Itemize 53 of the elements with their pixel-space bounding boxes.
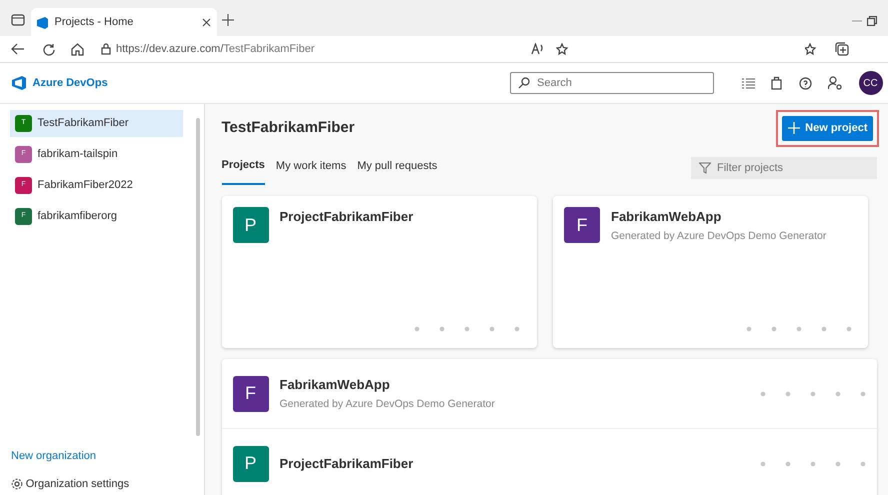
project-row[interactable]: P ProjectFabrikamFiber [222,429,877,495]
search-field[interactable]: Search [510,72,714,94]
tab-actions-icon[interactable] [11,14,25,26]
project-description: Generated by Azure DevOps Demo Generator [280,396,496,412]
project-card[interactable]: P ProjectFabrikamFiber [222,196,536,348]
gear-icon[interactable] [11,478,23,490]
favorites-icon[interactable] [804,42,818,56]
project-avatar: F [232,376,268,412]
url-text[interactable]: https://dev.azure.com/TestFabrikamFiber [116,40,314,58]
favorite-add-icon[interactable] [556,42,570,56]
shopping-bag-icon[interactable] [771,76,782,90]
loading-dots-icon [760,390,866,396]
plus-icon [788,122,800,134]
devops-logo-icon [11,75,27,91]
project-avatar: F [564,207,600,243]
project-name[interactable]: ProjectFabrikamFiber [280,454,749,474]
tab[interactable]: My pull requests [357,156,438,185]
new-tab-icon[interactable] [222,14,234,26]
project-avatar: P [232,207,268,243]
tab[interactable]: Projects [222,156,265,185]
project-description: Generated by Azure DevOps Demo Generator [611,229,826,244]
close-icon[interactable] [202,18,211,26]
refresh-icon[interactable] [42,42,54,56]
project-name[interactable]: ProjectFabrikamFiber [280,207,414,226]
back-icon[interactable] [11,43,25,55]
read-aloud-icon[interactable] [530,43,545,55]
page-title: TestFabrikamFiber [222,118,355,138]
scrollbar[interactable] [196,118,200,436]
project-row[interactable]: F FabrikamWebApp Generated by Azure DevOps Demo Generator [222,359,877,429]
search-icon [518,77,530,89]
project-avatar: P [232,446,268,482]
user-settings-icon[interactable] [828,76,842,90]
project-name[interactable]: FabrikamWebApp [280,374,749,394]
list-icon[interactable] [742,78,754,88]
organization-settings-link[interactable]: Organization settings [26,476,130,492]
project-name[interactable]: FabrikamWebApp [611,207,826,226]
user-avatar[interactable]: CC [858,71,882,95]
loading-dots-icon [746,326,852,332]
tab[interactable]: My work items [276,156,346,185]
project-card[interactable]: F FabrikamWebApp Generated by Azure DevOps Demo Generator [553,196,868,348]
help-icon[interactable] [798,76,812,90]
devops-logo-icon [36,16,49,28]
loading-dots-icon [414,326,520,332]
new-project-button[interactable]: New project [782,116,873,140]
home-icon[interactable] [71,42,84,56]
lock-icon [100,43,110,55]
tab-title: Projects - Home [54,14,134,30]
brand-name[interactable]: Azure DevOps [32,74,108,92]
browser-tab[interactable]: Projects - Home [30,8,216,36]
collections-icon[interactable] [835,42,849,56]
new-organization-link[interactable]: New organization [0,448,196,464]
restore-icon[interactable] [867,16,877,26]
loading-dots-icon [760,460,866,466]
